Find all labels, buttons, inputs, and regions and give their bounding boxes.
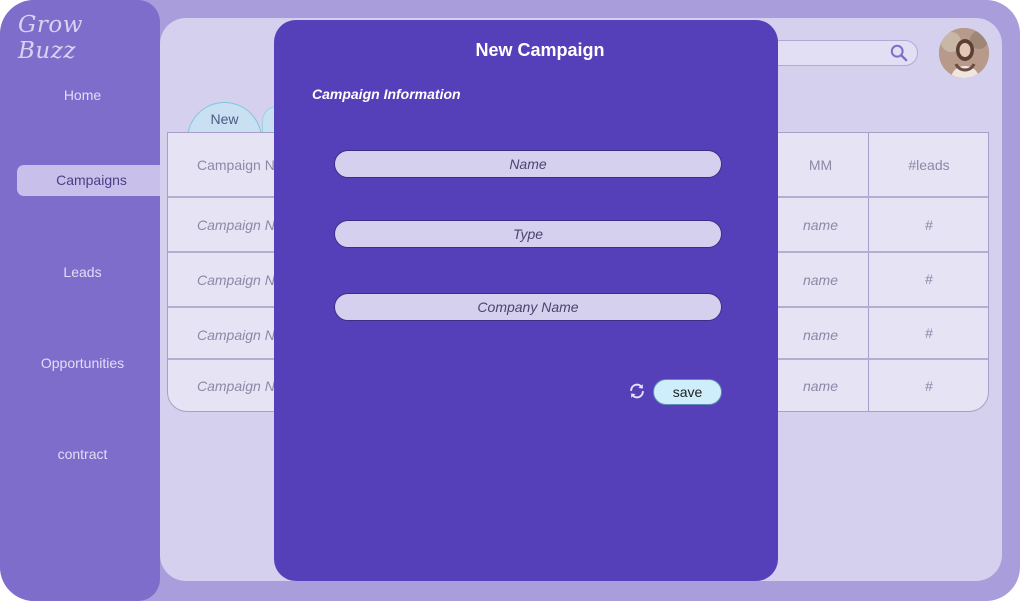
table-row-mm: name: [802, 217, 839, 233]
table-row-leads: #: [925, 271, 933, 287]
app-logo: Grow Buzz: [18, 12, 83, 64]
table-row-campaign[interactable]: Campaign Na: [197, 272, 283, 288]
save-button[interactable]: save: [653, 379, 722, 405]
table-row-campaign[interactable]: Campaign Na: [197, 217, 283, 233]
table-row-mm: name: [802, 378, 839, 394]
sidebar-item-campaigns[interactable]: Campaigns: [17, 165, 166, 196]
table-row-campaign[interactable]: Campaign Na: [197, 327, 283, 343]
table-row-leads: #: [925, 378, 933, 394]
header-mm[interactable]: MM: [773, 157, 868, 173]
table-row-leads: #: [925, 325, 933, 341]
sidebar-item-leads[interactable]: Leads: [0, 264, 165, 280]
header-campaign[interactable]: Campaign Na: [197, 157, 283, 173]
type-field[interactable]: Type: [334, 220, 722, 248]
search-icon[interactable]: [890, 44, 908, 62]
avatar-image: [939, 28, 989, 78]
reload-icon[interactable]: [628, 382, 646, 400]
table-row-campaign[interactable]: Campaign Na: [197, 378, 283, 394]
name-field[interactable]: Name: [334, 150, 722, 178]
new-campaign-modal: New Campaign Campaign Information Name T…: [274, 20, 778, 581]
company-name-field[interactable]: Company Name: [334, 293, 722, 321]
sidebar: Grow Buzz Home Campaigns Leads Opportuni…: [0, 0, 166, 601]
table-row-mm: name: [802, 272, 839, 288]
sidebar-item-opportunities[interactable]: Opportunities: [0, 355, 165, 371]
sidebar-item-contract[interactable]: contract: [0, 446, 165, 462]
sidebar-item-home[interactable]: Home: [0, 87, 165, 103]
header-leads[interactable]: #leads: [868, 157, 988, 173]
modal-title: New Campaign: [475, 40, 605, 60]
table-row-mm: name: [802, 327, 839, 343]
app-frame: Grow Buzz Home Campaigns Leads Opportuni…: [0, 0, 1020, 601]
section-label: Campaign Information: [312, 86, 461, 102]
table-row-leads: #: [925, 217, 933, 233]
avatar[interactable]: [939, 28, 989, 78]
